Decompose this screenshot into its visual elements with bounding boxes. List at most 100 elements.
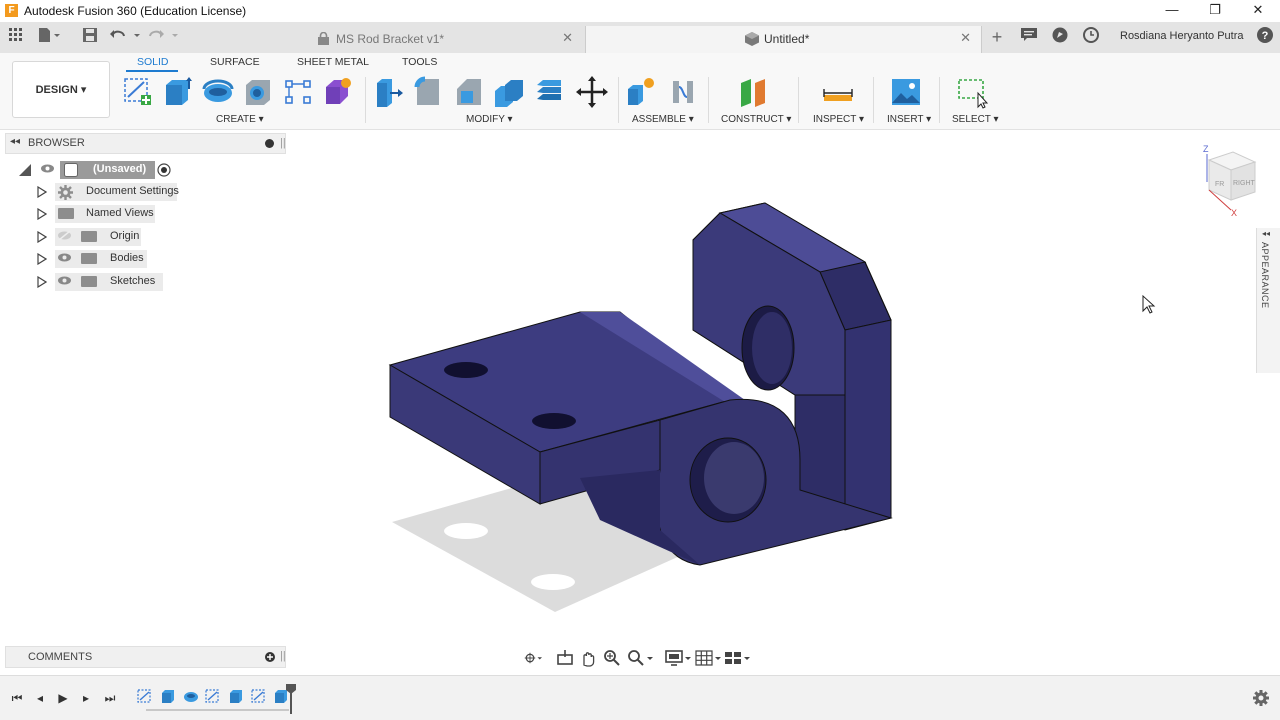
save-icon[interactable] <box>80 27 100 47</box>
comments-panel[interactable]: COMMENTS || <box>5 646 286 668</box>
create-menu[interactable]: CREATE ▾ <box>216 114 264 125</box>
assemble-menu[interactable]: ASSEMBLE ▾ <box>632 114 694 125</box>
step-forward-icon[interactable]: ▸ <box>77 689 95 707</box>
move-icon[interactable] <box>576 75 608 109</box>
viewcube-front[interactable]: FR <box>1215 181 1224 188</box>
new-tab-icon[interactable]: + <box>987 27 1007 47</box>
visibility-eye-icon[interactable] <box>58 253 71 262</box>
orbit-icon[interactable] <box>524 649 542 667</box>
joint-icon[interactable] <box>667 75 699 109</box>
user-name[interactable]: Rosdiana Heryanto Putra <box>1120 30 1244 42</box>
add-comment-icon[interactable] <box>265 652 275 662</box>
close-tab-icon[interactable]: ✕ <box>562 30 573 46</box>
timeline-sketch-icon[interactable] <box>205 688 221 704</box>
modify-menu[interactable]: MODIFY ▾ <box>466 114 513 125</box>
file-menu-icon[interactable] <box>38 27 60 47</box>
window-select-icon[interactable] <box>956 75 988 109</box>
viewcube-right[interactable]: RIGHT <box>1233 180 1256 187</box>
tab-sheet-metal[interactable]: SHEET METAL <box>297 56 369 68</box>
tab-untitled[interactable]: Untitled* ✕ <box>585 26 982 53</box>
base-hole <box>444 362 488 378</box>
hidden-eye-icon[interactable] <box>58 231 71 240</box>
insert-image-icon[interactable] <box>890 75 922 109</box>
viewcube[interactable]: Z FR RIGHT X <box>1195 140 1265 220</box>
panel-pin-icon[interactable]: || <box>280 650 286 662</box>
browser-item-sketches[interactable]: Sketches <box>0 271 290 293</box>
measure-icon[interactable] <box>822 75 854 109</box>
undo-icon[interactable] <box>110 27 140 47</box>
appearance-panel-tab[interactable]: ◂◂ APPEARANCE <box>1256 228 1280 373</box>
tab-solid[interactable]: SOLID <box>137 56 169 68</box>
timeline-revolve-icon[interactable] <box>183 688 199 704</box>
browser-options-icon[interactable] <box>265 139 274 148</box>
browser-item-document-settings[interactable]: Document Settings <box>0 181 290 203</box>
revolve-icon[interactable] <box>202 75 234 109</box>
construct-menu[interactable]: CONSTRUCT ▾ <box>721 114 791 125</box>
shell-icon[interactable] <box>493 75 525 109</box>
combine-icon[interactable] <box>533 75 565 109</box>
pattern-icon[interactable] <box>282 75 314 109</box>
pan-hand-icon[interactable] <box>579 649 597 667</box>
fillet-icon[interactable] <box>413 75 445 109</box>
browser-panel-header[interactable]: ◂◂ BROWSER || <box>5 133 286 154</box>
workspace-switcher[interactable]: DESIGN ▾ <box>12 61 110 118</box>
timeline-settings-gear-icon[interactable] <box>1252 689 1270 707</box>
expand-arrow-icon[interactable] <box>37 253 47 265</box>
new-component-icon[interactable] <box>625 75 657 109</box>
grid-settings-icon[interactable] <box>695 649 723 667</box>
select-menu[interactable]: SELECT ▾ <box>952 114 999 125</box>
timeline-sketch-icon[interactable] <box>137 688 153 704</box>
hole-icon[interactable] <box>242 75 274 109</box>
expand-arrow-icon[interactable] <box>37 231 47 243</box>
grid-menu-icon[interactable] <box>6 27 26 47</box>
panel-pin-icon[interactable]: || <box>280 137 286 149</box>
collapse-arrow-icon[interactable] <box>19 164 31 176</box>
viewports-icon[interactable] <box>724 649 752 667</box>
chamfer-icon[interactable] <box>453 75 485 109</box>
timeline-extrude-icon[interactable] <box>228 688 244 704</box>
browser-item-origin[interactable]: Origin <box>0 226 290 248</box>
close-tab-icon[interactable]: ✕ <box>960 30 971 46</box>
go-to-end-icon[interactable]: ⏭ <box>101 689 119 707</box>
play-icon[interactable]: ▶ <box>54 689 72 707</box>
redo-icon[interactable] <box>148 27 178 47</box>
browser-root-row[interactable]: (Unsaved) <box>0 159 290 181</box>
display-settings-icon[interactable] <box>665 649 693 667</box>
extrude-icon[interactable] <box>162 75 194 109</box>
create-form-icon[interactable] <box>322 75 354 109</box>
jobs-status-icon[interactable] <box>1050 27 1070 47</box>
visibility-eye-icon[interactable] <box>58 276 71 285</box>
browser-item-named-views[interactable]: Named Views <box>0 203 290 225</box>
timeline-extrude-icon[interactable] <box>160 688 176 704</box>
tab-surface[interactable]: SURFACE <box>210 56 260 68</box>
maximize-button[interactable]: ❐ <box>1193 0 1237 22</box>
step-back-icon[interactable]: ◂ <box>31 689 49 707</box>
offset-plane-icon[interactable] <box>738 75 770 109</box>
help-icon[interactable]: ? <box>1255 27 1275 47</box>
expand-arrow-icon[interactable] <box>37 186 47 198</box>
tab-ms-rod-bracket[interactable]: MS Rod Bracket v1* ✕ <box>188 26 583 53</box>
timeline-sketch-icon[interactable] <box>251 688 267 704</box>
go-to-start-icon[interactable]: ⏮ <box>8 689 26 707</box>
clock-icon[interactable] <box>1081 27 1101 47</box>
bracket-model[interactable] <box>380 195 900 620</box>
insert-menu[interactable]: INSERT ▾ <box>887 114 931 125</box>
inspect-menu[interactable]: INSPECT ▾ <box>813 114 864 125</box>
press-pull-icon[interactable] <box>373 75 405 109</box>
tab-tools[interactable]: TOOLS <box>402 56 437 68</box>
close-window-button[interactable]: ✕ <box>1236 0 1280 22</box>
collapse-panel-icon[interactable]: ◂◂ <box>10 136 20 147</box>
timeline-marker[interactable] <box>286 684 296 714</box>
expand-panel-icon[interactable]: ◂◂ <box>1262 229 1270 238</box>
chat-icon[interactable] <box>1019 27 1039 47</box>
create-sketch-icon[interactable] <box>122 75 154 109</box>
browser-item-bodies[interactable]: Bodies <box>0 248 290 270</box>
minimize-button[interactable]: — <box>1150 0 1194 22</box>
look-at-icon[interactable] <box>556 649 574 667</box>
zoom-icon[interactable] <box>603 649 621 667</box>
expand-arrow-icon[interactable] <box>37 208 47 220</box>
expand-arrow-icon[interactable] <box>37 276 47 288</box>
visibility-eye-icon[interactable] <box>41 164 54 173</box>
activate-radio-icon[interactable] <box>157 163 171 177</box>
fit-zoom-icon[interactable] <box>627 649 655 667</box>
